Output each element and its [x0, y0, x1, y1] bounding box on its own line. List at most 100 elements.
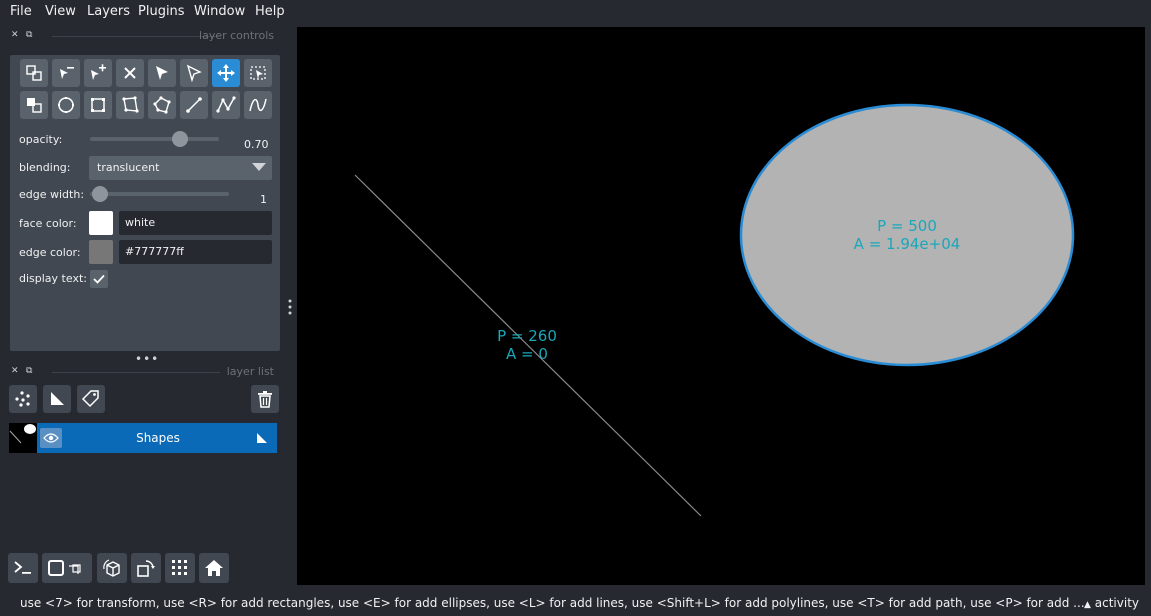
delete-shape-button[interactable] — [116, 59, 144, 87]
menu-plugins[interactable]: Plugins — [138, 4, 185, 19]
menu-window[interactable]: Window — [194, 4, 245, 19]
status-message: use <7> for transform, use <R> for add r… — [20, 596, 1085, 610]
cube-roll-icon — [103, 559, 120, 577]
grid-view-button[interactable] — [165, 553, 195, 583]
shuffle-layers-button[interactable] — [20, 59, 48, 87]
move-arrows-icon — [217, 64, 235, 82]
dock-resize-handle[interactable]: ••• — [135, 352, 159, 366]
blending-dropdown[interactable]: translucent — [89, 156, 272, 180]
layer-name[interactable]: Shapes — [69, 431, 247, 445]
layer-row-shapes[interactable]: Shapes — [9, 423, 277, 453]
face-color-swatch[interactable] — [89, 211, 113, 235]
visibility-toggle[interactable] — [40, 428, 62, 448]
new-labels-layer-button[interactable] — [77, 385, 105, 413]
activity-button[interactable]: ▲ activity — [1084, 596, 1139, 610]
status-bar: use <7> for transform, use <R> for add r… — [0, 592, 1151, 616]
caret-up-icon: ▲ — [1084, 600, 1091, 610]
face-color-input[interactable]: white — [119, 211, 272, 235]
remove-vertex-icon — [60, 67, 74, 79]
delete-layer-button[interactable] — [251, 385, 279, 413]
line-icon — [186, 97, 202, 113]
menu-view[interactable]: View — [45, 4, 76, 19]
edge-color-label: edge color: — [19, 246, 81, 259]
title-divider — [52, 36, 220, 37]
menu-file[interactable]: File — [10, 4, 32, 19]
title-divider — [52, 372, 220, 373]
home-icon — [205, 560, 223, 576]
add-polygon-lasso-button[interactable] — [148, 91, 176, 119]
close-icon — [124, 67, 136, 79]
edge-width-label: edge width: — [19, 188, 85, 201]
layer-controls-titlebar: ✕ ⧉ layer controls — [8, 29, 280, 44]
activity-label: activity — [1094, 596, 1139, 610]
remove-vertex-button[interactable] — [52, 59, 80, 87]
opacity-slider-handle[interactable] — [172, 131, 189, 147]
add-vertex-icon — [91, 64, 106, 80]
edge-color-input[interactable]: #777777ff — [119, 240, 272, 264]
polyline-icon — [216, 96, 236, 113]
console-button[interactable] — [8, 553, 38, 583]
display-text-label: display text: — [19, 272, 87, 285]
blending-value: translucent — [97, 161, 160, 174]
2d-3d-toggle-icon — [48, 560, 81, 576]
layer-list-title: layer list — [226, 365, 274, 378]
float-dock-icon[interactable]: ⧉ — [26, 30, 32, 40]
blending-label: blending: — [19, 161, 71, 174]
add-rectangle-button[interactable] — [84, 91, 112, 119]
add-ellipse-button[interactable] — [52, 91, 80, 119]
path-icon — [249, 98, 267, 112]
transform-button[interactable] — [244, 59, 272, 87]
menu-layers[interactable]: Layers — [87, 4, 130, 19]
ellipse-area-text: A = 1.94e+04 — [853, 235, 961, 253]
edge-width-value: 1 — [260, 193, 267, 206]
ellipse-perimeter-text: P = 500 — [877, 217, 937, 235]
new-shapes-layer-button[interactable] — [43, 385, 71, 413]
viewer-canvas[interactable]: P = 260 A = 0 P = 500 A = 1.94e+04 — [297, 27, 1145, 585]
float-dock-icon[interactable]: ⧉ — [26, 366, 32, 376]
shapes-icon — [51, 392, 64, 405]
direct-select-button[interactable] — [180, 59, 208, 87]
layer-controls-panel: opacity: 0.70 blending: translucent edge… — [10, 55, 280, 351]
add-polygon-button[interactable] — [116, 91, 144, 119]
edge-width-slider[interactable] — [90, 192, 229, 196]
add-path-button[interactable] — [244, 91, 272, 119]
opacity-slider[interactable] — [90, 137, 219, 141]
transform-icon — [250, 66, 266, 80]
home-button[interactable] — [199, 553, 229, 583]
line-area-text: A = 0 — [506, 345, 548, 363]
close-dock-icon[interactable]: ✕ — [11, 366, 19, 376]
edge-color-text: #777777ff — [125, 245, 184, 258]
face-color-label: face color: — [19, 217, 77, 230]
transpose-icon — [137, 560, 155, 577]
transpose-button[interactable] — [131, 553, 161, 583]
move-back-button[interactable] — [20, 91, 48, 119]
edge-color-swatch[interactable] — [89, 240, 113, 264]
move-back-icon — [27, 98, 42, 113]
face-color-text: white — [125, 216, 156, 229]
layer-controls-title: layer controls — [199, 29, 274, 42]
add-polyline-button[interactable] — [212, 91, 240, 119]
layer-thumbnail — [9, 423, 37, 453]
add-line-button[interactable] — [180, 91, 208, 119]
dock-splitter-handle[interactable] — [286, 298, 294, 316]
new-points-layer-button[interactable] — [9, 385, 37, 413]
edge-width-slider-handle[interactable] — [92, 186, 108, 202]
add-vertex-button[interactable] — [84, 59, 112, 87]
ndisplay-button[interactable] — [42, 553, 92, 583]
grid-icon — [172, 560, 187, 575]
move-front-icon — [26, 65, 42, 81]
opacity-label: opacity: — [19, 133, 63, 146]
opacity-value: 0.70 — [244, 138, 269, 151]
pan-zoom-button[interactable] — [212, 59, 240, 87]
roll-dimensions-button[interactable] — [97, 553, 127, 583]
ellipse-shape-label: P = 500 A = 1.94e+04 — [837, 217, 977, 253]
close-dock-icon[interactable]: ✕ — [11, 30, 19, 40]
lasso-polygon-icon — [153, 96, 171, 114]
line-shape-label: P = 260 A = 0 — [482, 327, 572, 363]
shapes-icon — [257, 433, 267, 443]
select-shapes-button[interactable] — [148, 59, 176, 87]
display-text-checkbox[interactable] — [90, 270, 108, 288]
menu-help[interactable]: Help — [255, 4, 285, 19]
chevron-down-icon — [252, 163, 266, 171]
tag-icon — [81, 390, 99, 408]
